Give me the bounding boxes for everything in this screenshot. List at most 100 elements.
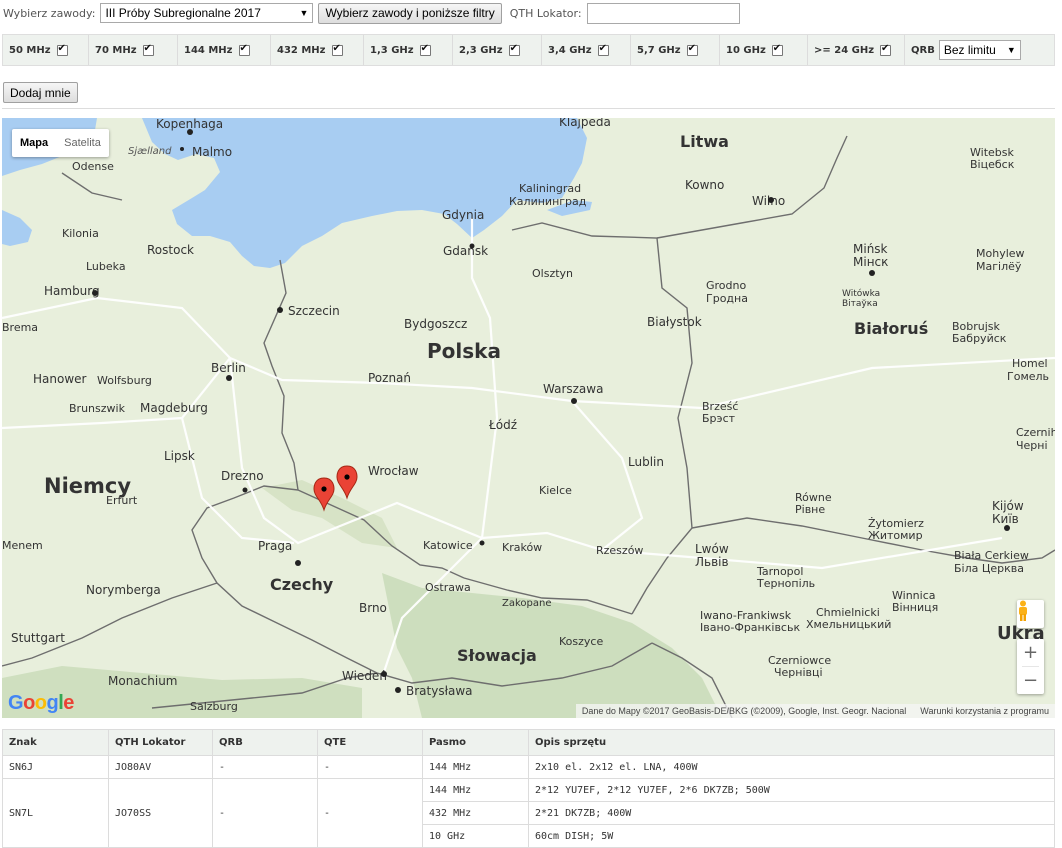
band-filter-2-3ghz[interactable]: 2,3 GHz (453, 35, 542, 65)
chevron-down-icon: ▼ (1006, 45, 1016, 55)
cell-qte: - (317, 778, 423, 848)
band-filter-1-3ghz[interactable]: 1,3 GHz (364, 35, 453, 65)
city-dot (242, 487, 248, 493)
city-label: Magdeburg (140, 401, 208, 415)
contest-label: Wybierz zawody: (3, 6, 96, 20)
city-label: Kijów (992, 499, 1024, 513)
band-checkbox[interactable] (880, 43, 892, 56)
city-label: Hanower (33, 372, 87, 386)
city-label: Kielce (539, 484, 572, 497)
contest-select[interactable]: III Próby Subregionalne 2017 ▼ (100, 3, 314, 23)
band-checkbox[interactable] (238, 43, 250, 56)
band-checkbox[interactable] (419, 43, 431, 56)
band-filter-70mhz[interactable]: 70 MHz (89, 35, 178, 65)
cell-opis: 2*12 YU7EF, 2*12 YU7EF, 2*6 DK7ZB; 500W (528, 778, 1055, 802)
band-filter-10ghz[interactable]: 10 GHz (720, 35, 808, 65)
city-label: Рівне (795, 503, 825, 516)
band-filter-50mhz[interactable]: 50 MHz (3, 35, 89, 65)
apply-filters-button[interactable]: Wybierz zawody i poniższe filtry (318, 2, 502, 24)
band-filter-144mhz[interactable]: 144 MHz (178, 35, 271, 65)
band-label: 70 MHz (95, 44, 137, 56)
band-checkbox[interactable] (771, 43, 783, 56)
band-label: 1,3 GHz (370, 44, 414, 56)
map-attribution: Dane do Mapy ©2017 GeoBasis-DE/BKG (©200… (575, 704, 1055, 718)
cell-znak: SN7L (2, 778, 109, 848)
cell-qth: JO70SS (108, 778, 213, 848)
cell-opis: 2x10 el. 2x12 el. LNA, 400W (528, 755, 1055, 779)
city-label: Житомир (868, 529, 923, 542)
city-label: Ostrawa (425, 581, 471, 594)
cell-qte: - (317, 755, 423, 779)
zoom-out-button[interactable]: − (1017, 667, 1044, 694)
city-label: Zakopane (502, 598, 552, 609)
city-dot (571, 398, 577, 404)
qrb-select[interactable]: Bez limitu ▼ (938, 40, 1021, 60)
band-checkbox[interactable] (686, 43, 698, 56)
city-label: Warszawa (543, 382, 603, 396)
city-label: Lublin (628, 455, 664, 469)
band-filter-5-7ghz[interactable]: 5,7 GHz (631, 35, 720, 65)
city-label: Czernih (1016, 426, 1055, 439)
band-filter-432mhz[interactable]: 432 MHz (271, 35, 364, 65)
cell-pasmo: 10 GHz (422, 824, 529, 848)
band-checkbox[interactable] (142, 43, 154, 56)
band-label: 3,4 GHz (548, 44, 592, 56)
qth-input[interactable] (586, 2, 740, 24)
city-dot (187, 129, 193, 135)
band-filter-24ghz[interactable]: >= 24 GHz (808, 35, 905, 65)
band-checkbox[interactable] (508, 43, 520, 56)
col-header-znak[interactable]: Znak (2, 729, 109, 756)
zoom-in-button[interactable]: + (1017, 639, 1044, 666)
map[interactable]: Polska Niemcy Czechy Słowacja Litwa Biał… (2, 118, 1055, 718)
cell-opis: 60cm DISH; 5W (528, 824, 1055, 848)
city-dot (1004, 525, 1010, 531)
city-label: Гродна (706, 292, 748, 305)
col-header-opis[interactable]: Opis sprzętu (528, 729, 1055, 756)
band-checkbox[interactable] (56, 43, 68, 56)
city-label: Чернівці (774, 666, 823, 679)
table-row: SN6J JO80AV - - 144 MHz 2x10 el. 2x12 el… (2, 755, 1055, 779)
street-view-pegman-icon[interactable] (1017, 600, 1044, 628)
city-label: Kraków (502, 541, 542, 554)
col-header-qth[interactable]: QTH Lokator (108, 729, 213, 756)
col-header-pasmo[interactable]: Pasmo (422, 729, 529, 756)
city-label: Gdynia (442, 208, 484, 222)
map-canvas[interactable]: Polska Niemcy Czechy Słowacja Litwa Biał… (2, 118, 1055, 718)
country-label-belarus: Białoruś (854, 319, 928, 338)
band-filter-3-4ghz[interactable]: 3,4 GHz (542, 35, 631, 65)
city-label: Магілёў (976, 260, 1022, 273)
city-label: Klajpeda (559, 118, 611, 129)
city-label: Wiedeń (342, 669, 387, 683)
city-label: Białystok (647, 315, 702, 329)
city-label: Kilonia (62, 227, 99, 240)
col-header-qte[interactable]: QTE (317, 729, 423, 756)
add-me-button[interactable]: Dodaj mnie (3, 82, 78, 103)
city-label: Львів (695, 555, 729, 569)
city-label: Sjælland (128, 146, 172, 157)
city-label: Brno (359, 601, 387, 615)
city-label: Praga (258, 539, 292, 553)
city-label: Бабруйск (952, 332, 1007, 345)
filter-bar: Wybierz zawody: III Próby Subregionalne … (3, 0, 740, 26)
band-checkbox[interactable] (597, 43, 609, 56)
city-label: Тернопіль (756, 577, 815, 590)
band-label: 2,3 GHz (459, 44, 503, 56)
qrb-select-value: Bez limitu (943, 43, 996, 57)
city-label: Drezno (221, 469, 264, 483)
band-checkbox[interactable] (331, 43, 343, 56)
band-label: 50 MHz (9, 44, 51, 56)
city-label: Київ (992, 512, 1019, 526)
col-header-qrb[interactable]: QRB (212, 729, 318, 756)
band-label: 432 MHz (277, 44, 326, 56)
map-type-map[interactable]: Mapa (12, 129, 56, 157)
map-terms-link[interactable]: Warunki korzystania z programu (920, 706, 1049, 716)
map-type-satellite[interactable]: Satelita (56, 129, 109, 157)
band-filters: 50 MHz 70 MHz 144 MHz 432 MHz 1,3 GHz 2,… (2, 34, 1055, 66)
city-label: Stuttgart (11, 631, 65, 645)
city-label: Брэст (702, 412, 736, 425)
city-label: Witówka (842, 288, 880, 299)
cell-qth: JO80AV (108, 755, 213, 779)
city-label: Хмельницький (806, 618, 891, 631)
city-dot (768, 197, 774, 203)
city-label: Poznań (368, 371, 411, 385)
